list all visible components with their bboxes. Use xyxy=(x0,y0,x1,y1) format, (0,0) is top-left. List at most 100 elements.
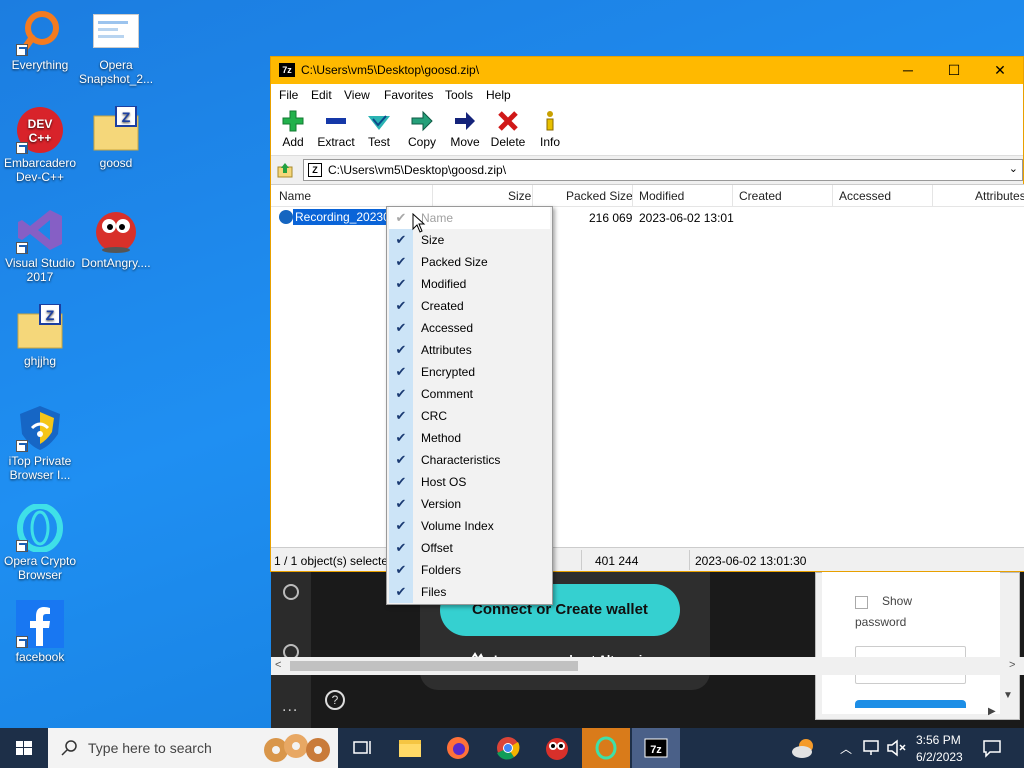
menu-item-comment[interactable]: ✔ Comment xyxy=(389,383,550,405)
menu-item-host-os[interactable]: ✔ Host OS xyxy=(389,471,550,493)
submit-button[interactable] xyxy=(855,700,966,708)
title-bar[interactable]: 7z C:\Users\vm5\Desktop\goosd.zip\ ─ ☐ ✕ xyxy=(271,57,1023,84)
desktop-icon-goosd[interactable]: Z goosd xyxy=(76,105,156,170)
desktop-icon-itop-browser[interactable]: iTop Private Browser I... xyxy=(0,404,80,482)
chevron-up-icon[interactable]: ︿ xyxy=(840,740,852,757)
menu-item-offset[interactable]: ✔ Offset xyxy=(389,537,550,559)
column-separator[interactable] xyxy=(432,185,433,207)
file-explorer-button[interactable] xyxy=(386,728,434,768)
menu-favorites[interactable]: Favorites xyxy=(384,88,433,102)
twitter-icon[interactable] xyxy=(283,584,299,600)
column-accessed[interactable]: Accessed xyxy=(839,189,891,203)
check-icon: ✔ xyxy=(395,210,407,225)
menu-item-created[interactable]: ✔ Created xyxy=(389,295,550,317)
extract-button[interactable]: Extract xyxy=(314,110,358,149)
dontangry-taskbar-button[interactable] xyxy=(533,728,581,768)
menu-item-folders[interactable]: ✔ Folders xyxy=(389,559,550,581)
column-separator[interactable] xyxy=(832,185,833,207)
test-label: Test xyxy=(367,135,390,149)
info-button[interactable]: Info xyxy=(528,110,572,149)
desktop-icon-devcpp[interactable]: DEV C++ Embarcadero Dev-C++ xyxy=(0,106,80,184)
notifications-icon[interactable] xyxy=(982,738,1002,761)
column-packed-size[interactable]: Packed Size xyxy=(566,189,633,203)
desktop-icon-visual-studio[interactable]: Visual Studio 2017 xyxy=(0,206,80,284)
show-password-checkbox[interactable] xyxy=(855,596,868,609)
chrome-icon xyxy=(497,737,520,760)
menu-item-label: Encrypted xyxy=(421,365,476,379)
scroll-left-icon[interactable]: < xyxy=(275,659,281,671)
opera-crypto-taskbar-button[interactable] xyxy=(582,728,630,768)
menu-item-modified[interactable]: ✔ Modified xyxy=(389,273,550,295)
menu-item-attributes[interactable]: ✔ Attributes xyxy=(389,339,550,361)
delete-button[interactable]: Delete xyxy=(486,110,530,149)
column-attributes[interactable]: Attributes xyxy=(975,189,1024,203)
check-icon: ✔ xyxy=(389,449,413,471)
chrome-button[interactable] xyxy=(484,728,532,768)
scroll-right-icon[interactable]: > xyxy=(1009,659,1015,671)
table-row[interactable]: Recording_20230 216 069 2023-06-02 13:01 xyxy=(271,207,1024,227)
check-icon: ✔ xyxy=(389,361,413,383)
clock-time[interactable]: 3:56 PM xyxy=(916,733,961,747)
column-modified[interactable]: Modified xyxy=(639,189,684,203)
move-button[interactable]: Move xyxy=(443,110,487,149)
test-button[interactable]: Test xyxy=(357,110,401,149)
taskbar-search[interactable]: Type here to search xyxy=(48,728,338,768)
scroll-right-icon[interactable]: ▶ xyxy=(988,706,996,717)
menu-item-packed-size[interactable]: ✔ Packed Size xyxy=(389,251,550,273)
check-icon: ✔ xyxy=(389,339,413,361)
desktop-icon-facebook[interactable]: facebook xyxy=(0,600,80,664)
help-icon[interactable]: ? xyxy=(325,690,345,710)
desktop-icon-everything[interactable]: Everything xyxy=(0,8,80,72)
column-separator[interactable] xyxy=(932,185,933,207)
menu-item-encrypted[interactable]: ✔ Encrypted xyxy=(389,361,550,383)
menu-file[interactable]: File xyxy=(279,88,298,102)
network-icon[interactable] xyxy=(862,738,882,761)
menu-view[interactable]: View xyxy=(344,88,370,102)
copy-button[interactable]: Copy xyxy=(400,110,444,149)
volume-muted-icon[interactable] xyxy=(886,738,906,761)
menu-item-files[interactable]: ✔ Files xyxy=(389,581,550,603)
column-size[interactable]: Size xyxy=(508,189,531,203)
menu-item-crc[interactable]: ✔ CRC xyxy=(389,405,550,427)
menu-tools[interactable]: Tools xyxy=(445,88,473,102)
menu-help[interactable]: Help xyxy=(486,88,511,102)
scrollbar-thumb[interactable] xyxy=(290,661,578,671)
column-separator[interactable] xyxy=(532,185,533,207)
visual-studio-icon xyxy=(16,206,64,254)
menu-item-accessed[interactable]: ✔ Accessed xyxy=(389,317,550,339)
more-icon[interactable]: ... xyxy=(282,698,298,716)
column-separator[interactable] xyxy=(632,185,633,207)
scroll-down-icon[interactable]: ▼ xyxy=(1003,690,1013,701)
desktop-icon-dontangry[interactable]: DontAngry.... xyxy=(76,206,156,270)
close-button[interactable]: ✕ xyxy=(977,57,1023,84)
task-view-button[interactable] xyxy=(338,728,386,768)
start-button[interactable] xyxy=(0,728,48,768)
menu-item-volume-index[interactable]: ✔ Volume Index xyxy=(389,515,550,537)
maximize-button[interactable]: ☐ xyxy=(931,57,977,84)
folder-icon xyxy=(399,740,421,757)
weather-icon[interactable] xyxy=(790,736,818,763)
column-name[interactable]: Name xyxy=(279,189,311,203)
horizontal-scrollbar[interactable]: < > xyxy=(271,657,1024,675)
clock-date[interactable]: 6/2/2023 xyxy=(916,750,963,764)
desktop-icon-opera-snapshot[interactable]: Opera Snapshot_2... xyxy=(76,14,156,86)
address-input[interactable]: Z C:\Users\vm5\Desktop\goosd.zip\ ⌄ xyxy=(303,159,1023,181)
desktop-icon-opera-crypto[interactable]: Opera Crypto Browser xyxy=(0,503,80,582)
menu-item-version[interactable]: ✔ Version xyxy=(389,493,550,515)
add-button[interactable]: Add xyxy=(271,110,315,149)
minimize-button[interactable]: ─ xyxy=(885,57,931,84)
menu-item-characteristics[interactable]: ✔ Characteristics xyxy=(389,449,550,471)
menu-item-method[interactable]: ✔ Method xyxy=(389,427,550,449)
7zip-taskbar-button[interactable]: 7z xyxy=(632,728,680,768)
desktop-icon-ghjjhg[interactable]: Z ghjjhg xyxy=(0,303,80,368)
svg-text:DEV: DEV xyxy=(28,117,53,131)
firefox-button[interactable] xyxy=(434,728,482,768)
up-folder-icon[interactable] xyxy=(277,162,293,178)
desktop-icon-label: ghjjhg xyxy=(23,354,57,368)
menu-edit[interactable]: Edit xyxy=(311,88,332,102)
check-icon: ✔ xyxy=(389,515,413,537)
column-separator[interactable] xyxy=(732,185,733,207)
menu-item-label: CRC xyxy=(421,409,447,423)
chevron-down-icon[interactable]: ⌄ xyxy=(1009,162,1018,175)
column-created[interactable]: Created xyxy=(739,189,782,203)
